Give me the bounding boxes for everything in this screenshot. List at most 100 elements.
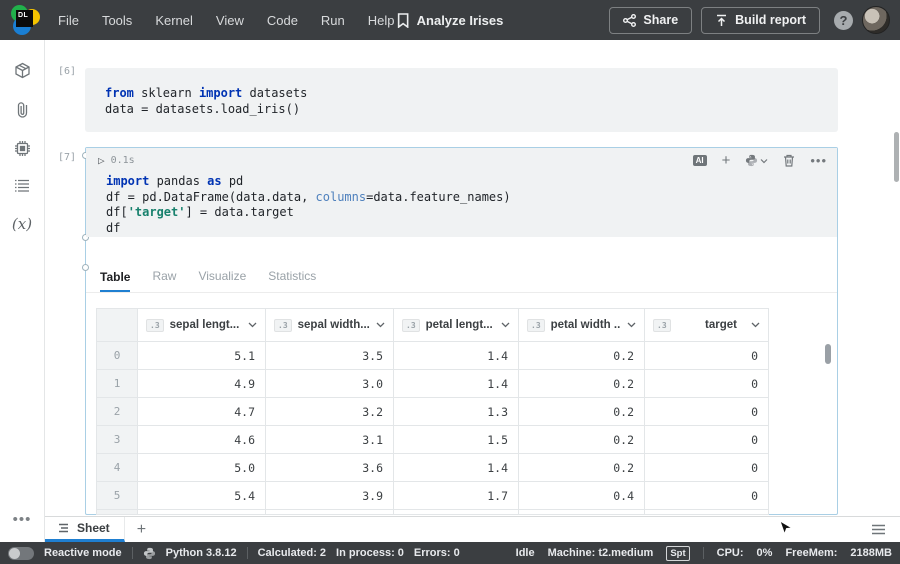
index-header (96, 308, 138, 342)
float-type-icon: .3 (146, 319, 164, 332)
user-avatar[interactable] (862, 6, 890, 34)
divider (247, 547, 248, 559)
reactive-mode-label: Reactive mode (44, 547, 122, 559)
build-report-button[interactable]: Build report (701, 7, 820, 34)
notebook-title-text: Analyze Irises (417, 13, 504, 28)
tab-raw[interactable]: Raw (152, 269, 176, 292)
table-row[interactable]: 2 4.7 3.2 1.3 0.2 0 (96, 398, 769, 426)
machine-icon[interactable] (14, 140, 31, 157)
python-version[interactable]: Python 3.8.12 (166, 547, 237, 559)
cell7-code-block: ▷ 0.1s AI + (86, 148, 837, 237)
cell-value: 4.9 (138, 370, 266, 398)
code-line[interactable]: df (106, 221, 837, 237)
code-cell-6[interactable]: from sklearn import datasets data = data… (85, 68, 838, 132)
build-report-icon (715, 14, 728, 27)
cell-value: 5.0 (138, 454, 266, 482)
code-line[interactable]: data = datasets.load_iris() (105, 102, 838, 118)
code-line[interactable]: df = pd.DataFrame(data.data, columns=dat… (106, 190, 837, 206)
cell-value: 5.4 (138, 482, 266, 510)
menu-code[interactable]: Code (267, 13, 298, 28)
column-header-petal-width[interactable]: .3 petal width ... (519, 308, 645, 342)
column-header-petal-length[interactable]: .3 petal lengt... (394, 308, 519, 342)
cell-value: 0.2 (519, 342, 645, 370)
cell-value: 1.4 (394, 370, 519, 398)
add-cell-icon[interactable]: + (722, 153, 731, 168)
float-type-icon: .3 (274, 319, 292, 332)
row-index: 1 (96, 370, 138, 398)
table-row[interactable]: 0 5.1 3.5 1.4 0.2 0 (96, 342, 769, 370)
column-label: sepal lengt... (170, 319, 240, 331)
row-index: 4 (96, 454, 138, 482)
cell-value: 0 (645, 342, 769, 370)
tab-table[interactable]: Table (100, 270, 130, 293)
cpu-label: CPU: (717, 547, 744, 559)
menu-file[interactable]: File (58, 13, 79, 28)
cell-value: 0.2 (519, 370, 645, 398)
reactive-mode-toggle[interactable] (8, 547, 34, 560)
code-cell-7-selected[interactable]: ▷ 0.1s AI + (85, 147, 838, 515)
ai-assistant-icon[interactable]: AI (693, 155, 707, 166)
tab-visualize[interactable]: Visualize (198, 269, 246, 292)
statusbar-right: Idle Machine: t2.medium Spt CPU: 0% Free… (516, 546, 892, 561)
row-index: 0 (96, 342, 138, 370)
menu-view[interactable]: View (216, 13, 244, 28)
table-row[interactable]: 5 5.4 3.9 1.7 0.4 0 (96, 482, 769, 510)
sheet-list-icon[interactable] (871, 524, 886, 535)
share-button[interactable]: Share (609, 7, 692, 34)
errors-count: Errors: 0 (414, 547, 460, 559)
cell-value: 3.0 (266, 370, 394, 398)
table-row[interactable]: 3 4.6 3.1 1.5 0.2 0 (96, 426, 769, 454)
table-row[interactable]: 4 5.0 3.6 1.4 0.2 0 (96, 454, 769, 482)
cell-value: 3.1 (266, 426, 394, 454)
menu-run[interactable]: Run (321, 13, 345, 28)
variables-icon[interactable]: (x) (12, 215, 32, 233)
row-index: 2 (96, 398, 138, 426)
menu-help[interactable]: Help (368, 13, 395, 28)
page-scrollbar[interactable] (894, 132, 899, 182)
cell7-editor[interactable]: import pandas as pd df = pd.DataFrame(da… (86, 173, 837, 236)
column-header-sepal-width[interactable]: .3 sepal width... (266, 308, 394, 342)
column-menu-icon[interactable] (751, 322, 760, 328)
python-icon (745, 154, 758, 167)
column-menu-icon[interactable] (248, 322, 257, 328)
delete-cell-icon[interactable] (783, 154, 795, 167)
table-row[interactable]: 1 4.9 3.0 1.4 0.2 0 (96, 370, 769, 398)
share-label: Share (643, 13, 678, 27)
cell-value: 1.7 (394, 482, 519, 510)
int-type-icon: .3 (653, 319, 671, 332)
tab-sheet[interactable]: Sheet (45, 517, 125, 542)
run-cell-icon[interactable]: ▷ (98, 154, 105, 167)
tab-statistics[interactable]: Statistics (268, 269, 316, 292)
code-line[interactable]: import pandas as pd (106, 174, 837, 190)
help-icon[interactable]: ? (834, 11, 853, 30)
code-line[interactable]: from sklearn import datasets (105, 86, 838, 102)
column-menu-icon[interactable] (376, 322, 385, 328)
notebook-title[interactable]: Analyze Irises (397, 13, 504, 28)
datalore-logo-icon[interactable]: DL (10, 5, 40, 35)
output-scrollbar[interactable] (825, 344, 831, 364)
cell-value: 3.6 (266, 454, 394, 482)
menu-tools[interactable]: Tools (102, 13, 132, 28)
logo-monogram: DL (16, 10, 33, 27)
sheet-icon (57, 523, 70, 533)
code-line[interactable]: df['target'] = data.target (106, 205, 837, 221)
cell-value: 1.4 (394, 454, 519, 482)
column-label: petal width ... (551, 319, 621, 331)
menu-kernel[interactable]: Kernel (155, 13, 193, 28)
packages-icon[interactable] (14, 62, 31, 79)
column-menu-icon[interactable] (501, 322, 510, 328)
attachments-icon[interactable] (15, 101, 30, 118)
add-sheet-icon[interactable]: + (137, 522, 146, 538)
cell-more-icon[interactable]: ••• (810, 154, 827, 167)
column-header-target[interactable]: .3 target (645, 308, 769, 342)
chevron-down-icon (760, 158, 768, 164)
machine-type[interactable]: Machine: t2.medium (548, 547, 654, 559)
outline-icon[interactable] (14, 179, 30, 193)
sidebar-more-icon[interactable]: ••• (13, 511, 32, 528)
cell-language-dropdown[interactable] (745, 154, 768, 167)
spot-instance-badge: Spt (666, 546, 689, 561)
column-menu-icon[interactable] (627, 322, 636, 328)
column-header-sepal-length[interactable]: .3 sepal lengt... (138, 308, 266, 342)
float-type-icon: .3 (527, 319, 545, 332)
column-label: sepal width... (298, 319, 370, 331)
